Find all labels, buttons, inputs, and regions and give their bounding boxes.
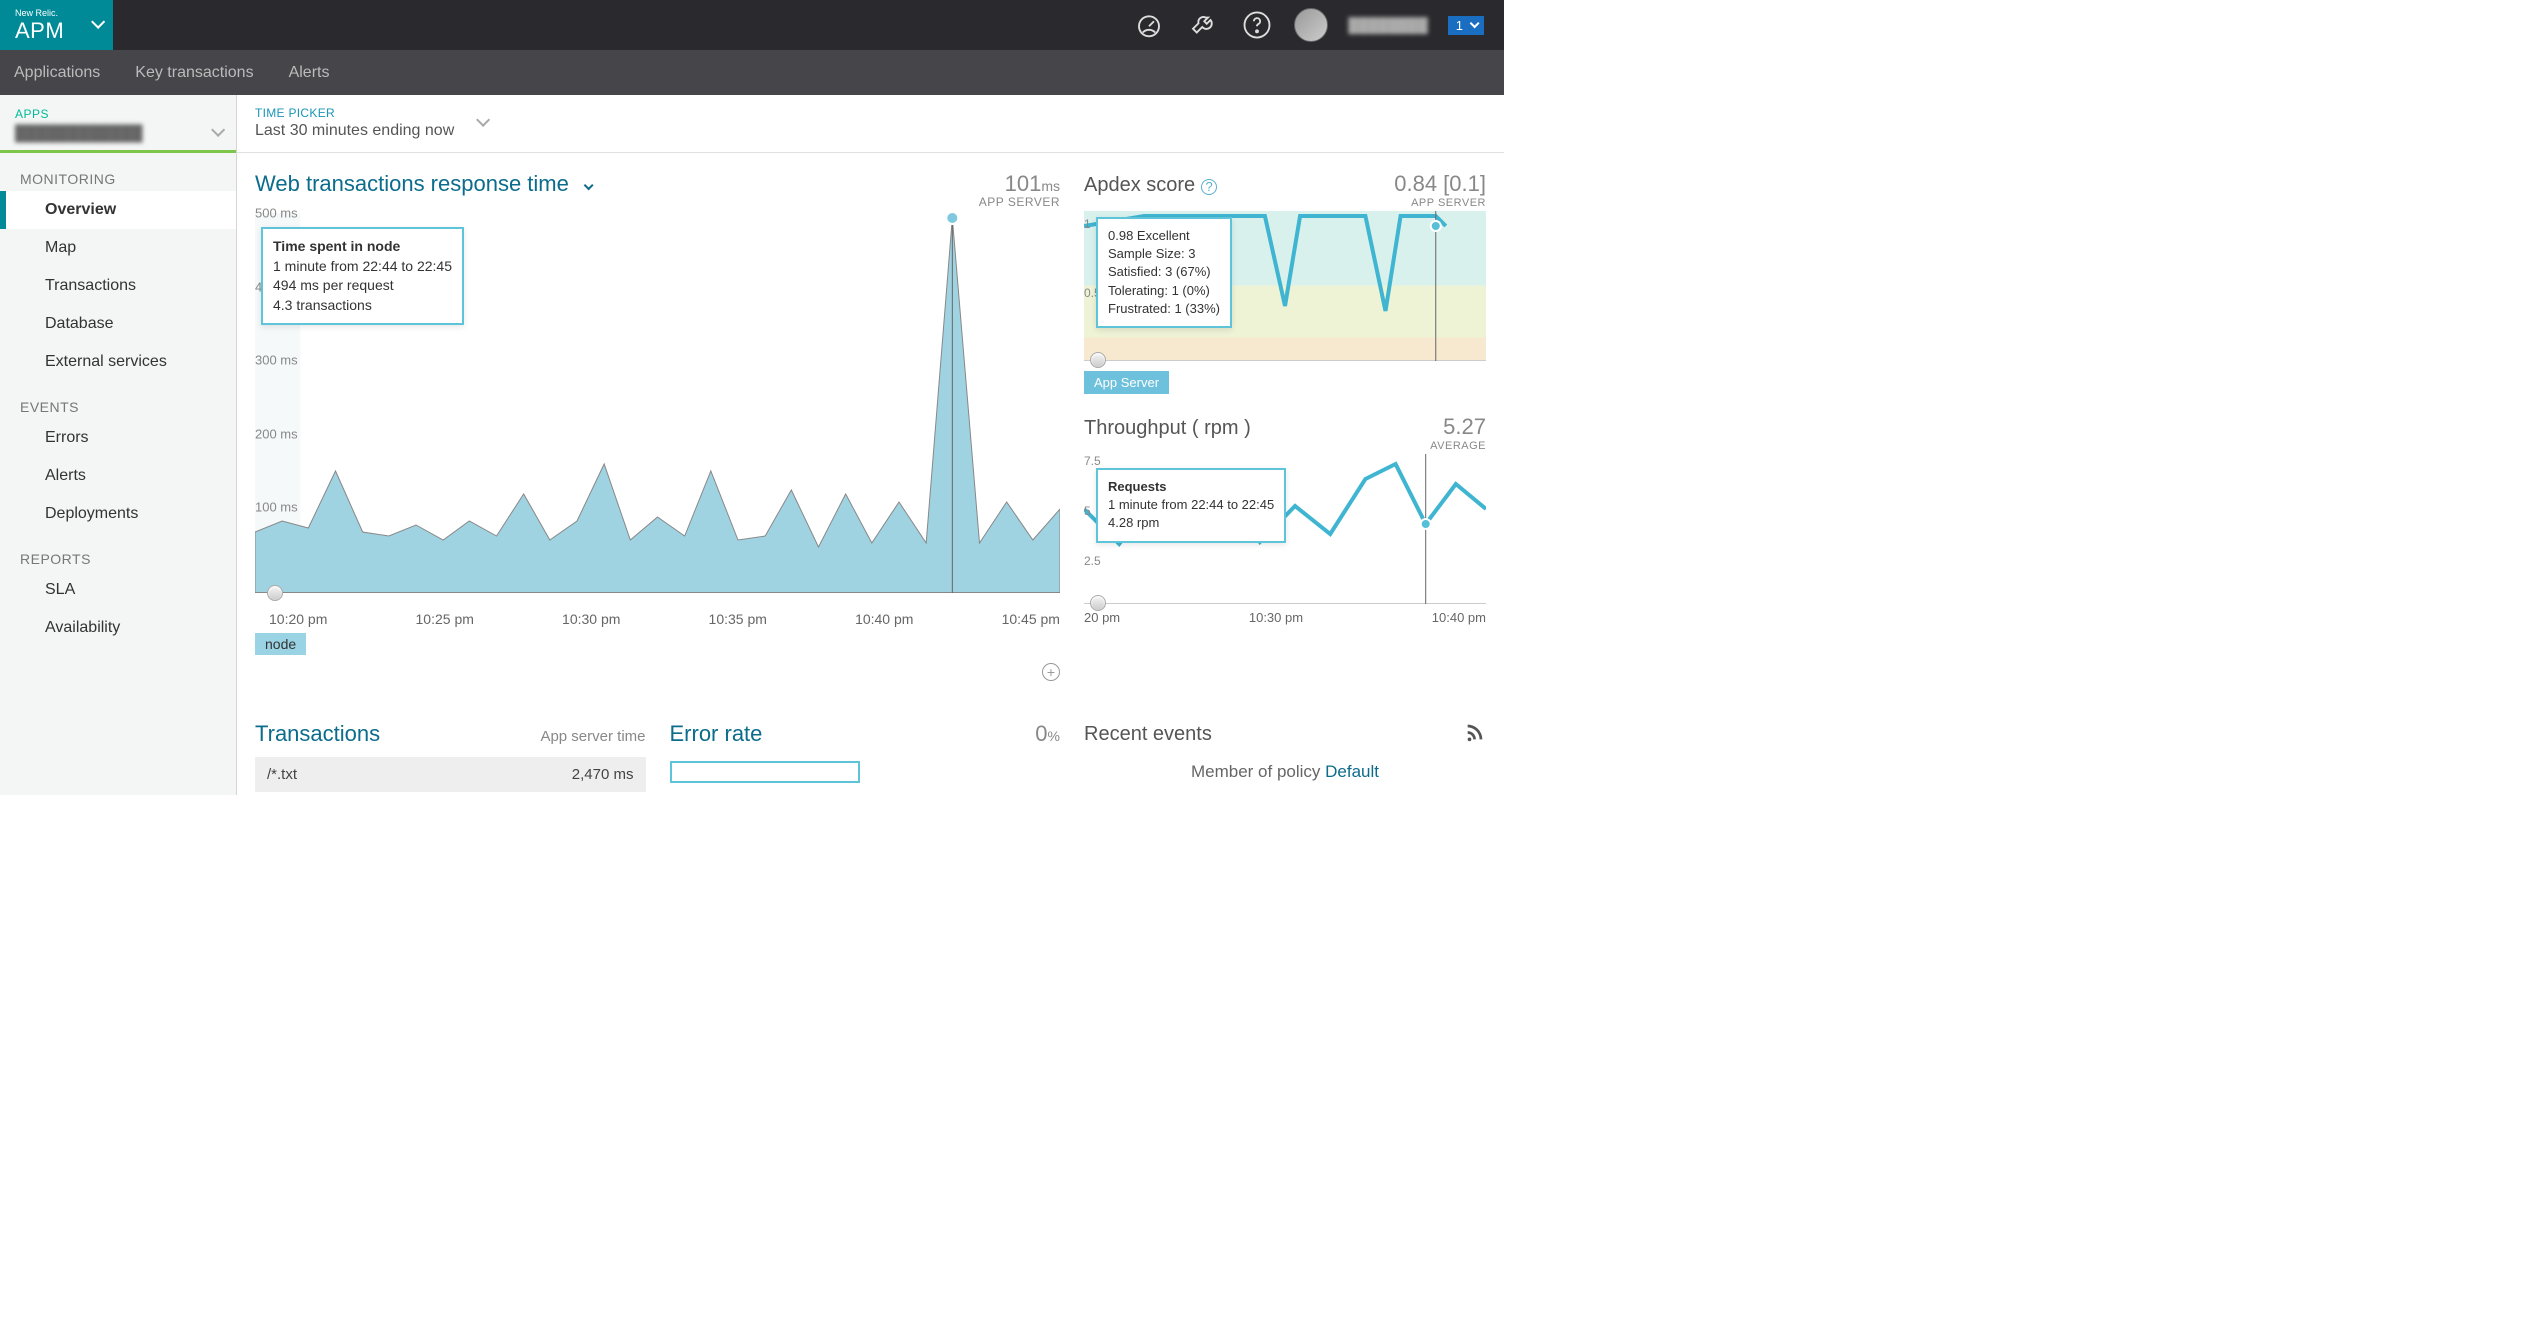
- throughput-chart[interactable]: 7.5 5 2.5 Requests 1 minute from 22:44 t…: [1084, 454, 1486, 604]
- topbar-right: ████████ 1: [1132, 0, 1504, 50]
- sidebar: APPS ████████████ MONITORING Overview Ma…: [0, 95, 237, 795]
- tab-applications[interactable]: Applications: [14, 64, 100, 82]
- sidebar-item-availability[interactable]: Availability: [0, 609, 236, 647]
- chart-scrubber-icon[interactable]: [1090, 595, 1106, 611]
- sidebar-item-errors[interactable]: Errors: [0, 419, 236, 457]
- web-response-title[interactable]: Web transactions response time: [255, 171, 569, 197]
- chevron-down-icon: [211, 124, 221, 142]
- sidebar-section-monitoring: MONITORING: [0, 153, 236, 191]
- sidebar-item-sla[interactable]: SLA: [0, 571, 236, 609]
- brand-menu[interactable]: New Relic. APM: [0, 0, 113, 50]
- transactions-col-label: App server time: [540, 728, 645, 745]
- add-chart-icon[interactable]: +: [1042, 663, 1060, 681]
- sidebar-item-transactions[interactable]: Transactions: [0, 267, 236, 305]
- chevron-down-icon: [476, 114, 486, 132]
- main: TIME PICKER Last 30 minutes ending now W…: [237, 95, 1504, 795]
- apdex-pill[interactable]: App Server: [1084, 371, 1169, 394]
- time-picker[interactable]: TIME PICKER Last 30 minutes ending now: [237, 95, 1504, 153]
- chart-scrubber-icon[interactable]: [267, 585, 283, 601]
- web-response-metric: 101ms: [1005, 171, 1060, 197]
- recent-events-title: Recent events: [1084, 723, 1212, 746]
- apdex-metric: 0.84 [0.1]: [1394, 171, 1486, 197]
- tab-alerts[interactable]: Alerts: [289, 64, 330, 82]
- error-rate-metric: 0%: [1035, 721, 1060, 747]
- throughput-sub: AVERAGE: [1084, 440, 1486, 452]
- sidebar-section-events: EVENTS: [0, 381, 236, 419]
- time-picker-label: TIME PICKER: [255, 106, 454, 120]
- legend-node[interactable]: node: [255, 633, 306, 655]
- chevron-down-icon[interactable]: [583, 178, 590, 194]
- error-rate-tooltip: [670, 761, 860, 783]
- apps-picker[interactable]: APPS ████████████: [0, 95, 236, 153]
- sidebar-item-database[interactable]: Database: [0, 305, 236, 343]
- top-tabs: Applications Key transactions Alerts: [0, 50, 1504, 95]
- topbar: New Relic. APM ████████ 1: [0, 0, 1504, 50]
- wrench-icon[interactable]: [1186, 8, 1220, 42]
- sidebar-item-alerts[interactable]: Alerts: [0, 457, 236, 495]
- help-icon[interactable]: ?: [1201, 179, 1217, 195]
- web-response-chart[interactable]: 500 ms 400 ms 300 ms 200 ms 100 ms: [255, 213, 1060, 603]
- avatar[interactable]: [1294, 8, 1328, 42]
- x-axis-labels: 10:20 pm 10:25 pm 10:30 pm 10:35 pm 10:4…: [255, 603, 1060, 627]
- policy-link[interactable]: Default: [1325, 762, 1379, 781]
- notification-badge[interactable]: 1: [1448, 16, 1484, 35]
- rss-icon[interactable]: [1464, 721, 1486, 748]
- apdex-chart[interactable]: 1 0.5 0.98 Excellent Sample Size: 3 Sati…: [1084, 211, 1486, 361]
- time-picker-value: Last 30 minutes ending now: [255, 122, 454, 140]
- sidebar-item-external-services[interactable]: External services: [0, 343, 236, 381]
- transactions-title[interactable]: Transactions: [255, 721, 380, 747]
- throughput-x-labels: 20 pm 10:30 pm 10:40 pm: [1084, 610, 1486, 625]
- account-name[interactable]: ████████: [1348, 17, 1427, 33]
- apps-picker-label: APPS: [15, 107, 143, 121]
- sidebar-item-overview[interactable]: Overview: [0, 191, 236, 229]
- chevron-down-icon: [91, 16, 101, 34]
- transaction-name: /*.txt: [267, 766, 297, 783]
- policy-membership: Member of policy Default: [1084, 762, 1486, 782]
- throughput-metric: 5.27: [1443, 414, 1486, 440]
- chevron-down-icon: [1470, 18, 1480, 28]
- apdex-tooltip: 0.98 Excellent Sample Size: 3 Satisfied:…: [1096, 217, 1232, 328]
- transaction-row[interactable]: /*.txt 2,470 ms: [255, 757, 646, 792]
- sidebar-section-reports: REPORTS: [0, 533, 236, 571]
- tab-key-transactions[interactable]: Key transactions: [135, 64, 253, 82]
- throughput-title: Throughput ( rpm ): [1084, 417, 1251, 440]
- gauge-icon[interactable]: [1132, 8, 1166, 42]
- error-rate-title: Error rate: [670, 721, 763, 747]
- apps-picker-value: ████████████: [15, 125, 143, 142]
- sidebar-item-deployments[interactable]: Deployments: [0, 495, 236, 533]
- apdex-sub: APP SERVER: [1084, 197, 1486, 209]
- chart-scrubber-icon[interactable]: [1090, 352, 1106, 368]
- help-icon[interactable]: [1240, 8, 1274, 42]
- throughput-tooltip: Requests 1 minute from 22:44 to 22:45 4.…: [1096, 468, 1286, 543]
- sidebar-item-map[interactable]: Map: [0, 229, 236, 267]
- transaction-value: 2,470 ms: [572, 766, 634, 783]
- notification-count: 1: [1456, 18, 1463, 33]
- apdex-title: Apdex score: [1084, 174, 1195, 197]
- web-response-tooltip: Time spent in node 1 minute from 22:44 t…: [261, 227, 464, 325]
- web-response-sub: APP SERVER: [255, 195, 1060, 209]
